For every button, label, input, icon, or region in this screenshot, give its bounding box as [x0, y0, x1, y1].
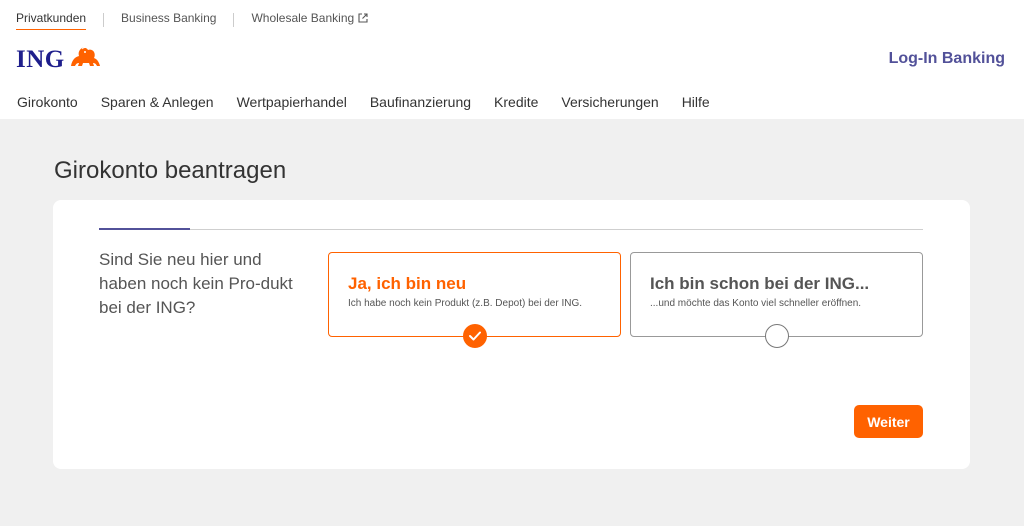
weiter-button[interactable]: Weiter	[854, 405, 923, 438]
option-title: Ich bin schon bei der ING...	[650, 274, 870, 293]
question-text: Sind Sie neu hier und haben noch kein Pr…	[99, 250, 293, 317]
option-new-customer[interactable]: Ja, ich bin neu Ich habe noch kein Produ…	[328, 252, 621, 348]
progress-fill	[99, 228, 190, 230]
nav-wertpapierhandel[interactable]: Wertpapierhandel	[237, 94, 347, 110]
progress-bar	[99, 228, 923, 230]
logo-text: ING	[16, 45, 65, 73]
segment-business-banking[interactable]: Business Banking	[121, 11, 216, 29]
divider	[233, 13, 235, 27]
nav-sparen-anlegen[interactable]: Sparen & Anlegen	[101, 94, 214, 110]
segment-nav: Privatkunden Business Banking Wholesale …	[16, 9, 368, 31]
application-card: Sind Sie neu hier und haben noch kein Pr…	[53, 200, 970, 469]
option-subtitle: Ich habe noch kein Produkt (z.B. Depot) …	[348, 298, 583, 309]
nav-baufinanzierung[interactable]: Baufinanzierung	[370, 94, 471, 110]
segment-wholesale-label: Wholesale Banking	[251, 10, 355, 25]
nav-girokonto[interactable]: Girokonto	[17, 94, 78, 110]
checkmark-icon	[468, 331, 481, 341]
lion-icon	[68, 44, 104, 75]
option-title: Ja, ich bin neu	[348, 274, 467, 293]
main-nav: Girokonto Sparen & Anlegen Wertpapierhan…	[17, 94, 733, 110]
segment-wholesale-banking[interactable]: Wholesale Banking	[251, 11, 368, 30]
nav-hilfe[interactable]: Hilfe	[682, 94, 710, 110]
option-subtitle: ...und möchte das Konto viel schneller e…	[650, 298, 862, 309]
login-banking-link[interactable]: Log-In Banking	[889, 50, 1005, 68]
radio-checked[interactable]	[462, 324, 487, 348]
divider	[103, 13, 105, 27]
nav-kredite[interactable]: Kredite	[494, 94, 538, 110]
nav-versicherungen[interactable]: Versicherungen	[561, 94, 658, 110]
ing-logo[interactable]: ING	[16, 44, 104, 75]
radio-unchecked[interactable]	[764, 324, 789, 348]
page-title: Girokonto beantragen	[54, 157, 287, 184]
external-link-icon	[358, 12, 368, 26]
segment-privatkunden[interactable]: Privatkunden	[16, 11, 87, 30]
site-header: Privatkunden Business Banking Wholesale …	[0, 0, 1024, 119]
option-existing-customer[interactable]: Ich bin schon bei der ING... ...und möch…	[630, 252, 923, 348]
